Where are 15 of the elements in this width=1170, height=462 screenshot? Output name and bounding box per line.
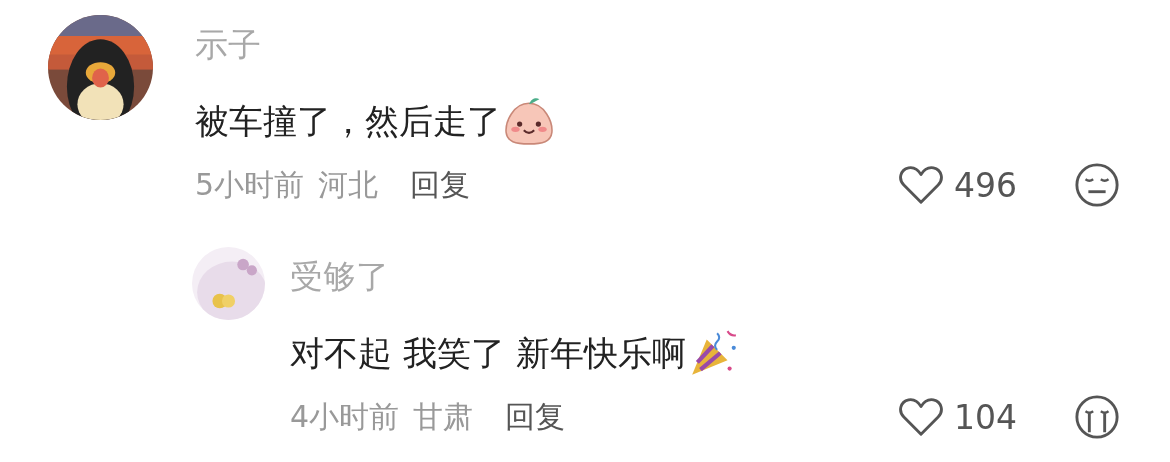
- location-text: 甘肃: [413, 397, 474, 436]
- crying-face-icon[interactable]: [1074, 394, 1120, 440]
- heart-icon[interactable]: [898, 397, 944, 437]
- location-text: 河北: [318, 165, 379, 204]
- reply-button[interactable]: 回复: [505, 396, 566, 438]
- timestamp: 4小时前: [290, 397, 400, 436]
- like-count: 104: [954, 397, 1018, 437]
- reply-button[interactable]: 回复: [410, 164, 471, 206]
- neutral-face-icon[interactable]: [1074, 162, 1120, 208]
- comment-text: 被车撞了，然后走了: [195, 100, 501, 143]
- blush-face-icon: [503, 95, 555, 147]
- heart-icon[interactable]: [898, 165, 944, 205]
- comment-text: 对不起 我笑了 新年快乐啊: [290, 332, 686, 375]
- timestamp: 5小时前: [195, 165, 305, 204]
- like-count: 496: [954, 165, 1018, 205]
